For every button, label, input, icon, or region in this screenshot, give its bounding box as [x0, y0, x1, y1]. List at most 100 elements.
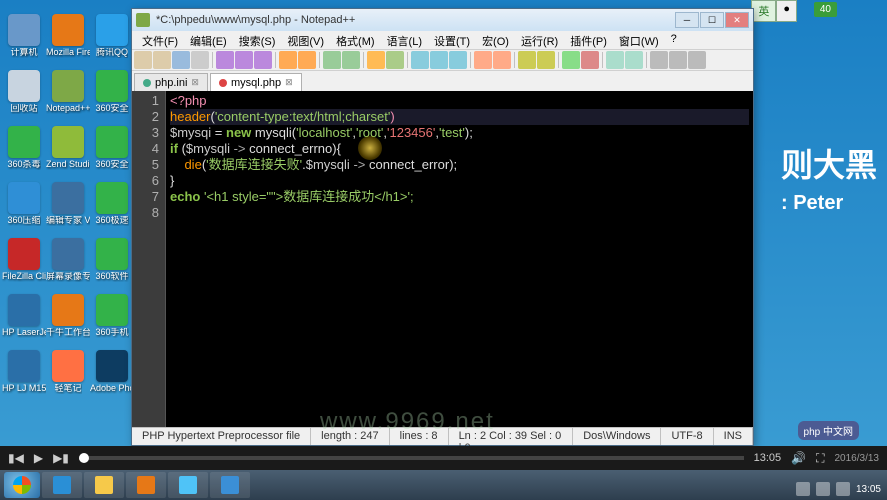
tab-close-icon[interactable]: ⊠: [285, 77, 293, 88]
desktop-icon[interactable]: Zend Studio 10.0.0: [48, 116, 88, 170]
toolbar-button[interactable]: [342, 51, 360, 69]
toolbar-button[interactable]: [216, 51, 234, 69]
menu-item[interactable]: 运行(R): [515, 31, 564, 49]
play-button[interactable]: ▶: [34, 451, 43, 465]
file-tab[interactable]: php.ini⊠: [134, 73, 208, 91]
menu-item[interactable]: 语言(L): [381, 31, 428, 49]
code-area[interactable]: <?php header('content-type:text/html;cha…: [166, 91, 753, 427]
prev-button[interactable]: ▮◀: [8, 451, 24, 465]
menu-item[interactable]: 窗口(W): [613, 31, 665, 49]
desktop-icon[interactable]: Notepad++: [48, 60, 88, 114]
desktop-icon[interactable]: 360安全: [92, 60, 132, 114]
progress-bar[interactable]: [79, 456, 744, 460]
icon-label: 千牛工作台: [46, 328, 90, 338]
desktop-icon[interactable]: Adobe Photosh...: [92, 340, 132, 394]
minimize-button[interactable]: ─: [675, 12, 699, 28]
toolbar-button[interactable]: [411, 51, 429, 69]
toolbar-button[interactable]: [518, 51, 536, 69]
desktop-icon[interactable]: 计算机: [4, 4, 44, 58]
ime-mode[interactable]: ●: [776, 0, 797, 22]
desktop-icon[interactable]: HP LaserJet Profession...: [4, 284, 44, 338]
toolbar-button[interactable]: [581, 51, 599, 69]
menu-item[interactable]: 编辑(E): [184, 31, 233, 49]
toolbar-button[interactable]: [254, 51, 272, 69]
toolbar-button[interactable]: [323, 51, 341, 69]
toolbar-button[interactable]: [493, 51, 511, 69]
tray-icon[interactable]: [796, 482, 810, 496]
ime-lang[interactable]: 英: [751, 0, 776, 22]
toolbar-button[interactable]: [153, 51, 171, 69]
toolbar-button[interactable]: [235, 51, 253, 69]
toolbar-button[interactable]: [669, 51, 687, 69]
app-icon: [8, 350, 40, 382]
desktop-icon[interactable]: 360极速: [92, 172, 132, 226]
menu-item[interactable]: 设置(T): [428, 31, 476, 49]
desktop-icon[interactable]: Mozilla Firefox: [48, 4, 88, 58]
file-tab[interactable]: mysql.php⊠: [210, 73, 302, 91]
taskbar-item[interactable]: [168, 472, 208, 498]
start-button[interactable]: [4, 472, 40, 498]
menu-item[interactable]: 宏(O): [476, 31, 515, 49]
desktop-icon[interactable]: 360压缩: [4, 172, 44, 226]
toolbar-button[interactable]: [298, 51, 316, 69]
menu-item[interactable]: ?: [665, 31, 683, 49]
taskbar-item[interactable]: [84, 472, 124, 498]
toolbar-button[interactable]: [191, 51, 209, 69]
icon-label: Zend Studio 10.0.0: [46, 160, 90, 170]
toolbar-button[interactable]: [279, 51, 297, 69]
toolbar-button[interactable]: [562, 51, 580, 69]
toolbar-button[interactable]: [688, 51, 706, 69]
menu-item[interactable]: 插件(P): [564, 31, 613, 49]
menu-item[interactable]: 视图(V): [281, 31, 330, 49]
desktop-icon[interactable]: 360软件: [92, 228, 132, 282]
status-mode: INS: [714, 428, 753, 445]
desktop-icon[interactable]: 轻笔记: [48, 340, 88, 394]
toolbar-button[interactable]: [650, 51, 668, 69]
icon-label: 编辑专家 V2015: [46, 216, 90, 226]
desktop-icon[interactable]: 回收站: [4, 60, 44, 114]
menu-item[interactable]: 格式(M): [330, 31, 381, 49]
icon-label: 腾讯QQ: [96, 48, 128, 58]
ime-indicator[interactable]: 英 ●: [751, 0, 797, 22]
desktop-icon[interactable]: 编辑专家 V2015: [48, 172, 88, 226]
wallpaper-line1: 则大黑: [781, 140, 877, 186]
system-tray[interactable]: 13:05: [796, 482, 881, 496]
toolbar-button[interactable]: [537, 51, 555, 69]
next-button[interactable]: ▶▮: [53, 451, 69, 465]
toolbar-button[interactable]: [134, 51, 152, 69]
taskbar-item[interactable]: [42, 472, 82, 498]
menu-item[interactable]: 搜索(S): [233, 31, 282, 49]
desktop-icon[interactable]: FileZilla Client: [4, 228, 44, 282]
taskbar-item[interactable]: [210, 472, 250, 498]
app-icon: [52, 238, 84, 270]
titlebar[interactable]: *C:\phpedu\www\mysql.php - Notepad++ ─ ☐…: [132, 9, 753, 31]
maximize-button[interactable]: ☐: [700, 12, 724, 28]
tray-icon[interactable]: [836, 482, 850, 496]
desktop-icon[interactable]: 360杀毒: [4, 116, 44, 170]
toolbar-button[interactable]: [172, 51, 190, 69]
toolbar-button[interactable]: [606, 51, 624, 69]
volume-icon[interactable]: 🔊: [791, 451, 806, 465]
desktop-icon[interactable]: 屏幕录像专家 V2015: [48, 228, 88, 282]
toolbar-button[interactable]: [474, 51, 492, 69]
close-button[interactable]: ✕: [725, 12, 749, 28]
desktop-icon[interactable]: 360安全: [92, 116, 132, 170]
toolbar-button[interactable]: [449, 51, 467, 69]
toolbar-button[interactable]: [625, 51, 643, 69]
editor[interactable]: 12345678 <?php header('content-type:text…: [132, 91, 753, 427]
tab-close-icon[interactable]: ⊠: [191, 77, 199, 88]
toolbar-button[interactable]: [386, 51, 404, 69]
desktop-icon[interactable]: 腾讯QQ: [92, 4, 132, 58]
desktop-icon[interactable]: 千牛工作台: [48, 284, 88, 338]
toolbar-button[interactable]: [430, 51, 448, 69]
video-player-bar: ▮◀ ▶ ▶▮ 13:05 🔊 ⛶ 2016/3/13: [0, 446, 887, 470]
taskbar-item[interactable]: [126, 472, 166, 498]
tray-time[interactable]: 13:05: [856, 484, 881, 495]
notification-badge[interactable]: 40: [814, 2, 837, 17]
fullscreen-icon[interactable]: ⛶: [816, 451, 824, 466]
tray-icon[interactable]: [816, 482, 830, 496]
menu-item[interactable]: 文件(F): [136, 31, 184, 49]
toolbar-button[interactable]: [367, 51, 385, 69]
desktop-icon[interactable]: 360手机: [92, 284, 132, 338]
desktop-icon[interactable]: HP LJ M1530 Scan: [4, 340, 44, 394]
